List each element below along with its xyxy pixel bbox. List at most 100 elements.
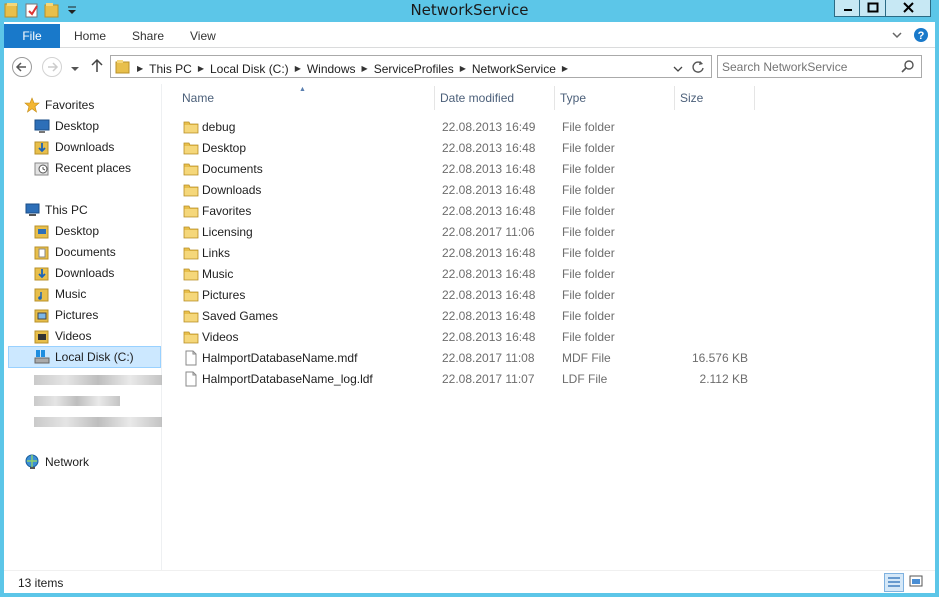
forward-button[interactable] bbox=[42, 57, 62, 77]
file-name: Licensing bbox=[202, 225, 253, 239]
recent-locations-icon[interactable] bbox=[70, 63, 80, 77]
refresh-icon[interactable] bbox=[691, 59, 705, 78]
crumb-networkservice[interactable]: NetworkService bbox=[468, 62, 560, 76]
nav-network[interactable]: Network bbox=[24, 452, 89, 472]
chevron-right-icon[interactable]: ▶ bbox=[293, 64, 303, 73]
folder-icon bbox=[183, 140, 199, 156]
table-row[interactable]: Pictures 22.08.2013 16:48 File folder bbox=[163, 285, 763, 306]
nav-label: Downloads bbox=[55, 140, 115, 154]
file-date: 22.08.2013 16:48 bbox=[442, 288, 536, 302]
close-button[interactable] bbox=[886, 0, 931, 17]
back-button[interactable] bbox=[12, 57, 32, 77]
tab-home[interactable]: Home bbox=[74, 24, 106, 48]
folder-icon bbox=[183, 245, 199, 261]
window-controls bbox=[834, 0, 931, 17]
expand-ribbon-icon[interactable] bbox=[891, 29, 903, 44]
svg-text:?: ? bbox=[918, 30, 925, 42]
tab-share[interactable]: Share bbox=[132, 24, 164, 48]
crumb-serviceprofiles[interactable]: ServiceProfiles bbox=[370, 62, 458, 76]
table-row[interactable]: Downloads 22.08.2013 16:48 File folder bbox=[163, 180, 763, 201]
nav-pc-music[interactable]: Music bbox=[34, 284, 86, 304]
column-header-name[interactable]: Name ▲ bbox=[177, 86, 435, 110]
status-bar: 13 items bbox=[4, 570, 935, 593]
file-date: 22.08.2013 16:48 bbox=[442, 330, 536, 344]
nav-fav-recent-places[interactable]: Recent places bbox=[34, 158, 131, 178]
file-size: 16.576 KB bbox=[691, 351, 748, 365]
file-name: HalmportDatabaseName.mdf bbox=[202, 351, 358, 365]
column-header-type[interactable]: Type bbox=[555, 86, 675, 110]
chevron-right-icon[interactable]: ▶ bbox=[196, 64, 206, 73]
table-row[interactable]: Videos 22.08.2013 16:48 File folder bbox=[163, 327, 763, 348]
file-type: File folder bbox=[562, 183, 615, 197]
table-row[interactable]: Desktop 22.08.2013 16:48 File folder bbox=[163, 138, 763, 159]
file-icon bbox=[183, 350, 199, 366]
up-arrow-icon[interactable] bbox=[90, 58, 104, 77]
table-row[interactable]: Music 22.08.2013 16:48 File folder bbox=[163, 264, 763, 285]
table-row[interactable]: Saved Games 22.08.2013 16:48 File folder bbox=[163, 306, 763, 327]
file-type: MDF File bbox=[562, 351, 611, 365]
sort-up-icon: ▲ bbox=[299, 86, 306, 93]
search-input[interactable] bbox=[722, 59, 898, 75]
file-date: 22.08.2017 11:08 bbox=[442, 351, 535, 365]
tab-file[interactable]: File bbox=[4, 24, 60, 48]
address-row: ▶ This PC ▶ Local Disk (C:) ▶ Windows ▶ … bbox=[4, 49, 935, 83]
computer-icon bbox=[24, 202, 40, 218]
column-header-size[interactable]: Size bbox=[675, 86, 755, 110]
crumb-local-disk[interactable]: Local Disk (C:) bbox=[206, 62, 293, 76]
nav-pc-documents[interactable]: Documents bbox=[34, 242, 116, 262]
table-row[interactable]: Favorites 22.08.2013 16:48 File folder bbox=[163, 201, 763, 222]
file-type: File folder bbox=[562, 120, 615, 134]
redacted-drive-entry[interactable] bbox=[34, 417, 162, 427]
nav-label: Music bbox=[55, 287, 87, 301]
file-date: 22.08.2013 16:48 bbox=[442, 204, 536, 218]
table-row[interactable]: Documents 22.08.2013 16:48 File folder bbox=[163, 159, 763, 180]
window-body: File Home Share View ? ▶ This PC ▶ Local… bbox=[4, 22, 935, 593]
search-box bbox=[717, 55, 922, 78]
chevron-right-icon[interactable]: ▶ bbox=[458, 64, 468, 73]
nav-pc-desktop[interactable]: Desktop bbox=[34, 221, 99, 241]
chevron-right-icon[interactable]: ▶ bbox=[560, 64, 570, 73]
chevron-right-icon[interactable]: ▶ bbox=[360, 64, 370, 73]
help-icon[interactable]: ? bbox=[913, 27, 929, 46]
tab-view[interactable]: View bbox=[190, 24, 216, 48]
chevron-right-icon[interactable]: ▶ bbox=[135, 64, 145, 73]
nav-label: Favorites bbox=[45, 98, 95, 112]
documents-icon bbox=[34, 244, 50, 260]
column-label: Date modified bbox=[440, 91, 515, 105]
nav-pc-local-disk[interactable]: Local Disk (C:) bbox=[8, 346, 161, 368]
downloads-icon bbox=[34, 265, 50, 281]
explorer-window: NetworkService File Home Share View ? ▶ … bbox=[0, 0, 939, 597]
large-icons-view-button[interactable] bbox=[907, 573, 927, 592]
address-dropdown-icon[interactable] bbox=[673, 63, 683, 77]
redacted-drive-entry[interactable] bbox=[34, 375, 162, 385]
nav-label: Downloads bbox=[55, 266, 115, 280]
nav-fav-downloads[interactable]: Downloads bbox=[34, 137, 114, 157]
table-row[interactable]: Links 22.08.2013 16:48 File folder bbox=[163, 243, 763, 264]
folder-icon bbox=[183, 203, 199, 219]
table-row[interactable]: debug 22.08.2013 16:49 File folder bbox=[163, 117, 763, 138]
search-icon[interactable] bbox=[901, 59, 915, 76]
nav-label: Network bbox=[45, 455, 90, 469]
nav-pc-videos[interactable]: Videos bbox=[34, 326, 91, 346]
table-row[interactable]: HalmportDatabaseName.mdf 22.08.2017 11:08… bbox=[163, 348, 763, 369]
nav-pc-downloads[interactable]: Downloads bbox=[34, 263, 114, 283]
nav-fav-desktop[interactable]: Desktop bbox=[34, 116, 99, 136]
table-row[interactable]: HalmportDatabaseName_log.ldf 22.08.2017 1… bbox=[163, 369, 763, 390]
nav-label: Pictures bbox=[55, 308, 99, 322]
maximize-button[interactable] bbox=[860, 0, 886, 17]
nav-favorites[interactable]: Favorites bbox=[24, 95, 94, 115]
file-type: File folder bbox=[562, 330, 615, 344]
file-type: File folder bbox=[562, 141, 615, 155]
redacted-drive-entry[interactable] bbox=[34, 396, 120, 406]
table-row[interactable]: Licensing 22.08.2017 11:06 File folder bbox=[163, 222, 763, 243]
crumb-this-pc[interactable]: This PC bbox=[145, 62, 196, 76]
nav-this-pc[interactable]: This PC bbox=[24, 200, 88, 220]
crumb-windows[interactable]: Windows bbox=[303, 62, 360, 76]
file-date: 22.08.2013 16:48 bbox=[442, 162, 536, 176]
column-header-date[interactable]: Date modified bbox=[435, 86, 555, 110]
address-bar[interactable]: ▶ This PC ▶ Local Disk (C:) ▶ Windows ▶ … bbox=[110, 55, 712, 78]
details-view-button[interactable] bbox=[884, 573, 904, 592]
nav-pc-pictures[interactable]: Pictures bbox=[34, 305, 98, 325]
minimize-button[interactable] bbox=[834, 0, 860, 17]
file-type: File folder bbox=[562, 288, 615, 302]
